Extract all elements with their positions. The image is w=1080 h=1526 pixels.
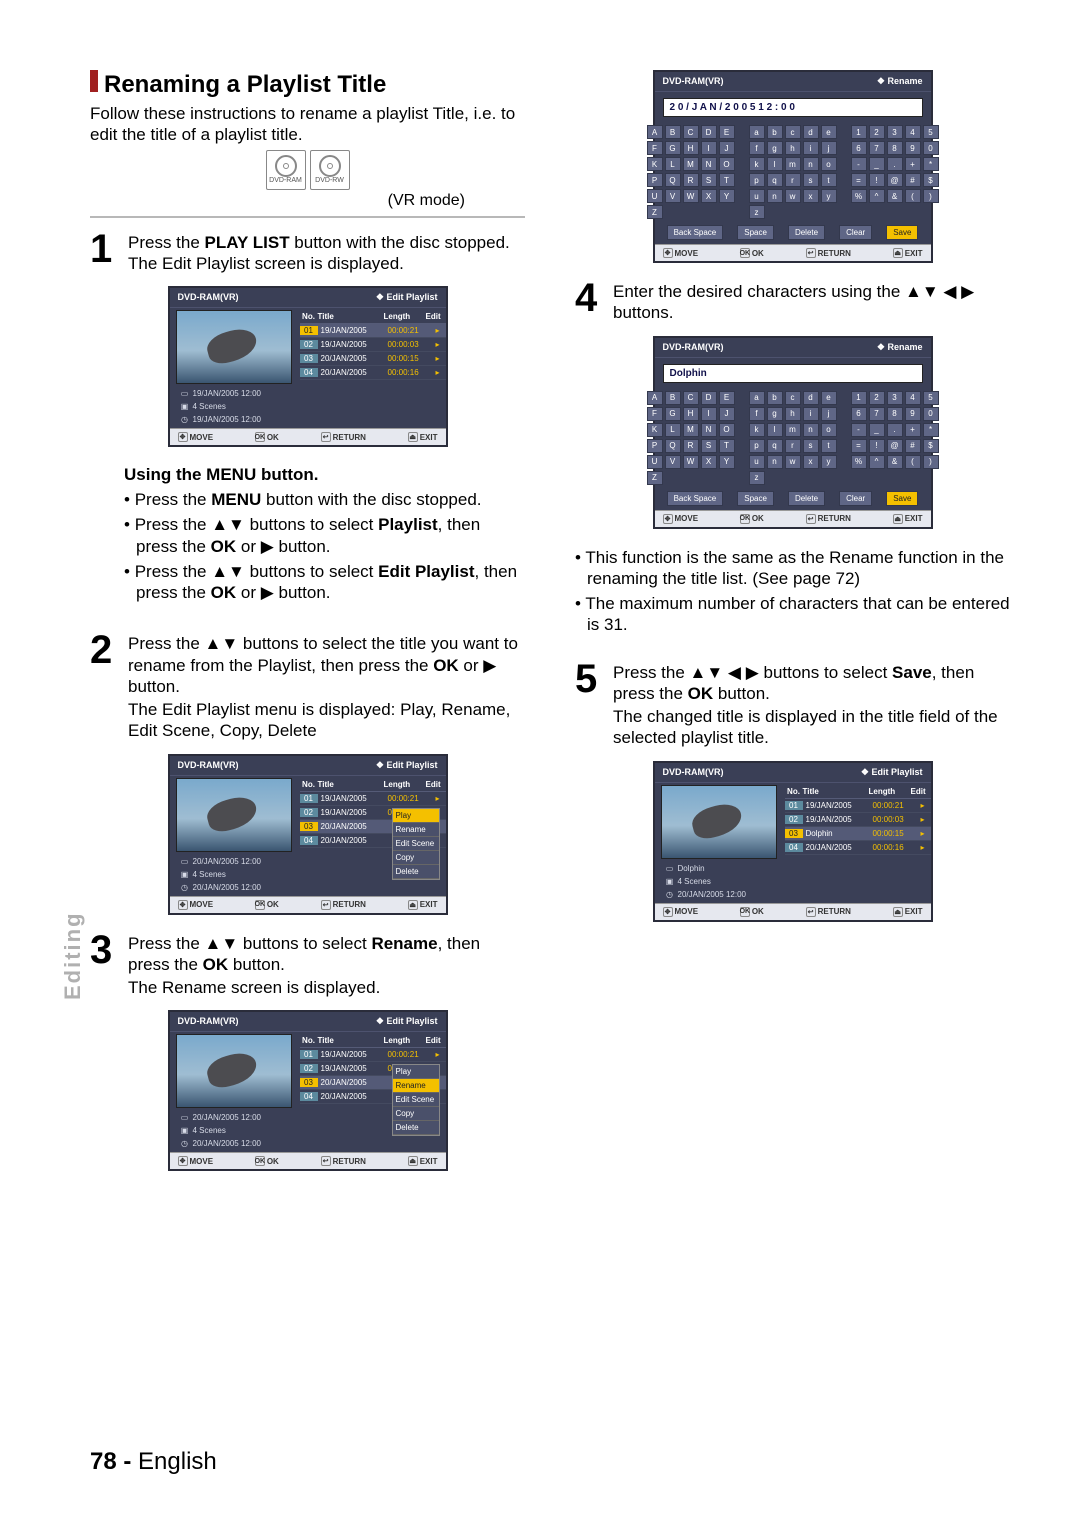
disc-ram-icon: DVD-RAM — [266, 150, 306, 190]
return-icon: ↩ — [321, 432, 331, 442]
vr-mode-label: (VR mode) — [90, 192, 465, 210]
context-popup: PlayRenameEdit SceneCopyDelete — [392, 1064, 440, 1136]
context-popup: PlayRenameEdit SceneCopyDelete — [392, 808, 440, 880]
disc-icon-row: DVD-RAM DVD-RW — [90, 150, 525, 190]
step-2-number: 2 — [90, 633, 118, 743]
step-1-number: 1 — [90, 232, 118, 277]
ok-icon: OK — [255, 432, 265, 442]
rename-text-field: 2 0 / J A N / 2 0 0 5 1 2 : 0 0 — [663, 98, 923, 117]
move-icon: ✥ — [178, 432, 188, 442]
save-button: Save — [886, 225, 918, 240]
page-heading: Renaming a Playlist Title — [104, 71, 386, 99]
thumbnail-image — [176, 778, 292, 852]
menu-subheading: Using the MENU button. — [124, 465, 525, 485]
screen-rename-dolphin: DVD-RAM(VR)❖ Rename Dolphin ABCDEFGHIJKL… — [653, 336, 933, 529]
clear-button: Clear — [839, 225, 872, 240]
step-3-text: Press the ▲▼ buttons to select Rename, t… — [128, 933, 525, 1001]
rename-text-field: Dolphin — [663, 364, 923, 383]
menu-bullets: Press the MENU button with the disc stop… — [124, 489, 525, 603]
screen-rename-blank: DVD-RAM(VR)❖ Rename 2 0 / J A N / 2 0 0 … — [653, 70, 933, 263]
disc-rw-icon: DVD-RW — [310, 150, 350, 190]
screen-edit-playlist-1: DVD-RAM(VR)❖ Edit Playlist ▭19/JAN/2005 … — [168, 286, 448, 447]
thumbnail-image — [661, 785, 777, 859]
step-5-text: Press the ▲▼ ◀ ▶ buttons to select Save,… — [613, 662, 1010, 751]
exit-icon: ⏏ — [408, 432, 418, 442]
step4-notes: This function is the same as the Rename … — [575, 547, 1010, 636]
step-3-number: 3 — [90, 933, 118, 1001]
section-side-tab: Editing — [60, 911, 86, 1000]
page-footer: 78 - English — [90, 1448, 217, 1476]
space-button: Space — [737, 225, 774, 240]
thumbnail-image — [176, 310, 292, 384]
heading-accent-bar — [90, 70, 98, 92]
step-5-number: 5 — [575, 662, 603, 751]
step-4-text: Enter the desired characters using the ▲… — [613, 281, 1010, 326]
screen-edit-playlist-2: DVD-RAM(VR)❖ Edit Playlist ▭20/JAN/2005 … — [168, 754, 448, 915]
delete-button: Delete — [788, 225, 825, 240]
section-rule — [90, 216, 525, 218]
screen-edit-playlist-3: DVD-RAM(VR)❖ Edit Playlist ▭20/JAN/2005 … — [168, 1010, 448, 1171]
thumbnail-image — [176, 1034, 292, 1108]
step-1-text: Press the PLAY LIST button with the disc… — [128, 232, 525, 277]
intro-text: Follow these instructions to rename a pl… — [90, 103, 525, 146]
step-4-number: 4 — [575, 281, 603, 326]
backspace-button: Back Space — [667, 225, 724, 240]
step-2-text: Press the ▲▼ buttons to select the title… — [128, 633, 525, 743]
screen-edit-playlist-5: DVD-RAM(VR)❖ Edit Playlist ▭Dolphin ▣4 S… — [653, 761, 933, 922]
